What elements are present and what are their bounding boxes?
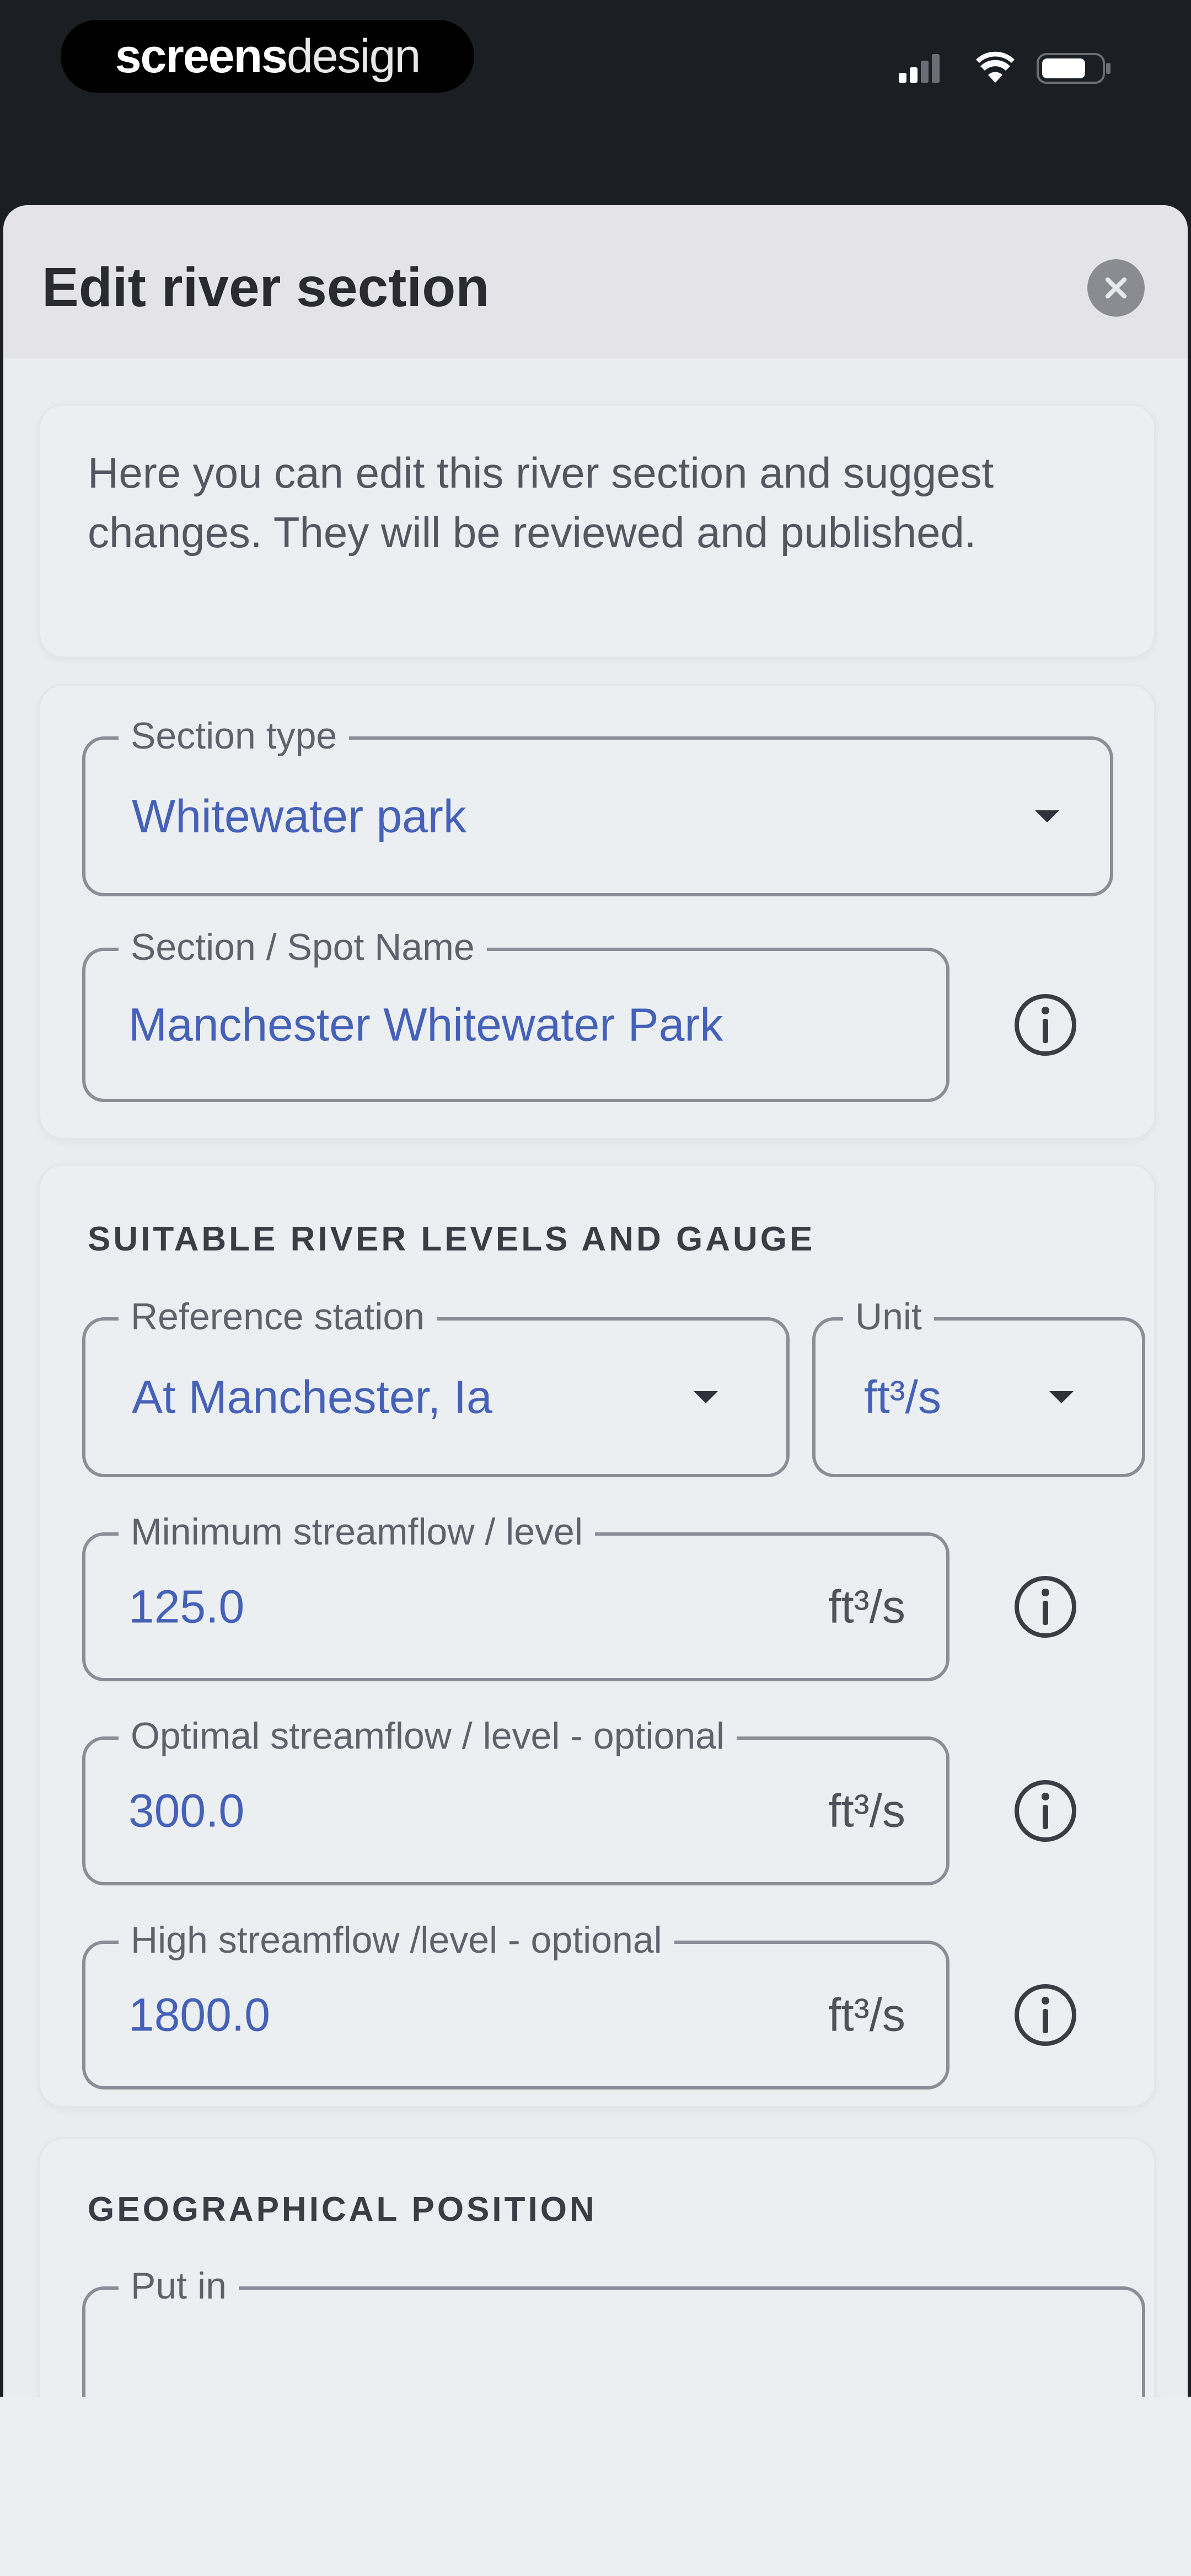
chevron-down-icon (694, 1391, 718, 1403)
wifi-icon (976, 51, 1015, 83)
sheet-title: Edit river section (42, 256, 490, 318)
section-type-select[interactable]: Section type Whitewater park (82, 714, 1113, 896)
section-type-value: Whitewater park (132, 790, 466, 842)
river-levels-card: SUITABLE RIVER LEVELS AND GAUGE Referenc… (39, 1164, 1156, 2108)
reference-station-value: At Manchester, Ia (132, 1371, 492, 1423)
signal-icon (899, 54, 940, 83)
unit-select[interactable]: Unit ft³/s (812, 1295, 1145, 1477)
minimum-streamflow-value: 125.0 (128, 1580, 245, 1633)
reference-station-label: Reference station (119, 1295, 437, 1338)
info-icon[interactable] (1013, 1574, 1078, 1639)
minimum-streamflow-label: Minimum streamflow / level (119, 1510, 595, 1553)
levels-heading: SUITABLE RIVER LEVELS AND GAUGE (88, 1220, 816, 1258)
high-streamflow-label: High streamflow /level - optional (119, 1918, 674, 1962)
put-in-label: Put in (119, 2264, 239, 2307)
info-icon[interactable] (1013, 992, 1078, 1057)
sheet-content[interactable]: Here you can edit this river section and… (3, 359, 1188, 2576)
minimum-streamflow-unit: ft³/s (828, 1580, 905, 1633)
battery-icon (1037, 53, 1110, 84)
unit-value: ft³/s (864, 1371, 941, 1423)
status-bar: screens design (0, 0, 1191, 204)
intro-card: Here you can edit this river section and… (39, 404, 1156, 658)
spot-name-input[interactable]: Section / Spot Name Manchester Whitewate… (82, 926, 949, 1102)
spot-name-label: Section / Spot Name (119, 926, 487, 969)
close-button[interactable] (1087, 259, 1145, 317)
high-streamflow-input[interactable]: High streamflow /level - optional 1800.0… (82, 1918, 949, 2089)
high-streamflow-value: 1800.0 (128, 1989, 270, 2041)
optimal-streamflow-label: Optimal streamflow / level - optional (119, 1714, 737, 1757)
spot-name-value: Manchester Whitewater Park (128, 998, 723, 1051)
optimal-streamflow-input[interactable]: Optimal streamflow / level - optional 30… (82, 1714, 949, 1885)
high-streamflow-unit: ft³/s (828, 1989, 905, 2041)
bottom-fade (0, 2397, 1191, 2576)
minimum-streamflow-input[interactable]: Minimum streamflow / level 125.0 ft³/s (82, 1510, 949, 1681)
close-icon (1106, 277, 1126, 298)
section-details-card: Section type Whitewater park Section / S… (39, 684, 1156, 1140)
optimal-streamflow-unit: ft³/s (828, 1784, 905, 1837)
logo-text-bold: screens (115, 29, 288, 83)
section-type-label: Section type (119, 714, 350, 757)
info-icon[interactable] (1013, 1982, 1078, 2048)
intro-text: Here you can edit this river section and… (88, 448, 994, 557)
unit-label: Unit (843, 1295, 934, 1338)
chevron-down-icon (1035, 810, 1059, 822)
edit-section-sheet: Edit river section Here you can edit thi… (3, 205, 1188, 2576)
sheet-header: Edit river section (3, 205, 1188, 359)
logo-text-light: design (286, 29, 421, 83)
info-icon[interactable] (1013, 1778, 1078, 1843)
screensdesign-logo: screens design (61, 20, 474, 93)
chevron-down-icon (1049, 1391, 1074, 1403)
reference-station-select[interactable]: Reference station At Manchester, Ia (82, 1295, 790, 1477)
optimal-streamflow-value: 300.0 (128, 1784, 245, 1837)
geo-heading: GEOGRAPHICAL POSITION (88, 2190, 597, 2228)
